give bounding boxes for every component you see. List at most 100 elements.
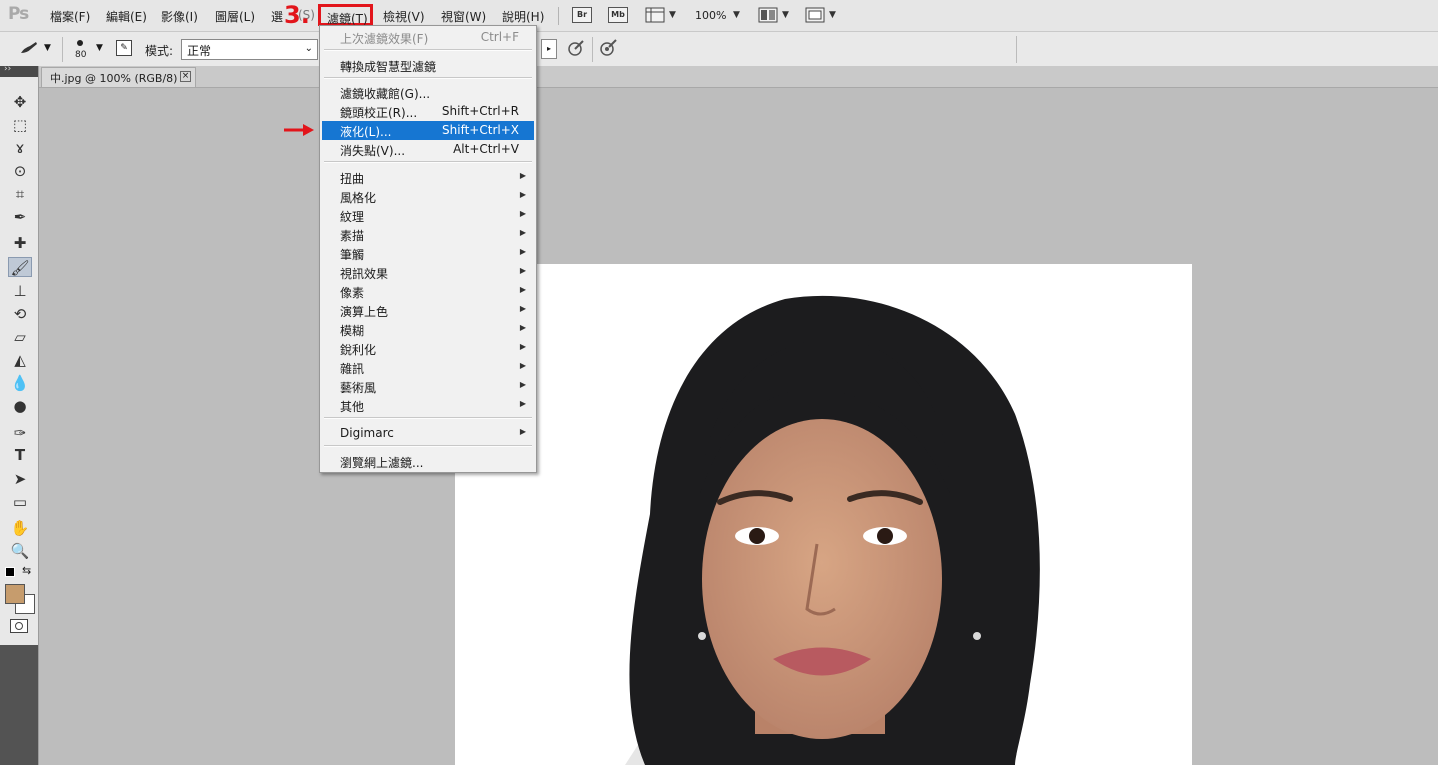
menu-item-vanishing-point[interactable]: 消失點(V)... Alt+Ctrl+V: [322, 140, 534, 159]
tool-preset-dropdown-icon[interactable]: ▼: [44, 43, 51, 53]
step-annotation: 3.: [284, 1, 310, 29]
menu-item-artistic[interactable]: 藝術風 ▶: [322, 377, 534, 396]
menu-select[interactable]: 選: [271, 8, 283, 25]
menu-item-video[interactable]: 視訊效果 ▶: [322, 263, 534, 282]
lasso-tool-icon[interactable]: ɤ: [8, 138, 32, 158]
brush-picker-dropdown-icon[interactable]: ▼: [96, 43, 103, 53]
zoom-tool-icon[interactable]: 🔍: [8, 541, 32, 561]
menu-view[interactable]: 檢視(V): [383, 8, 425, 25]
menu-file[interactable]: 檔案(F): [50, 8, 90, 25]
menu-item-browse-filters-online[interactable]: 瀏覽網上濾鏡...: [322, 452, 534, 471]
collapse-icon: ››: [4, 64, 12, 74]
menu-item-sketch[interactable]: 素描 ▶: [322, 225, 534, 244]
extras-icon[interactable]: [645, 7, 665, 23]
brush-tool-preset-icon[interactable]: [18, 39, 40, 57]
default-colors-icon[interactable]: [5, 567, 15, 577]
pen-tool-icon[interactable]: ✑: [8, 423, 32, 443]
screen-mode-icon[interactable]: [805, 7, 825, 23]
arrange-documents-icon[interactable]: [758, 7, 778, 23]
marquee-tool-icon[interactable]: ⬚: [8, 115, 32, 135]
mode-select[interactable]: 正常 ⌄: [181, 39, 318, 60]
menu-item-last-filter[interactable]: 上次濾鏡效果(F) Ctrl+F: [322, 28, 534, 47]
menu-separator: [324, 161, 532, 163]
menu-item-render[interactable]: 演算上色 ▶: [322, 301, 534, 320]
menu-item-texture[interactable]: 紋理 ▶: [322, 206, 534, 225]
document-canvas[interactable]: [455, 264, 1192, 765]
menu-layer[interactable]: 圖層(L): [215, 8, 255, 25]
menu-help[interactable]: 說明(H): [502, 8, 544, 25]
menu-separator: [324, 77, 532, 79]
zoom-dropdown-icon[interactable]: ▼: [733, 10, 740, 20]
type-tool-icon[interactable]: T: [8, 445, 32, 465]
submenu-arrow-icon: ▶: [519, 228, 526, 237]
menu-item-other[interactable]: 其他 ▶: [322, 396, 534, 415]
eyedropper-tool-icon[interactable]: ✒: [8, 207, 32, 227]
menu-item-digimarc[interactable]: Digimarc ▶: [322, 424, 534, 443]
menu-item-stylize[interactable]: 風格化 ▶: [322, 187, 534, 206]
annotation-arrow-icon: [283, 122, 315, 141]
submenu-arrow-icon: ▶: [519, 209, 526, 218]
menu-item-filter-gallery[interactable]: 濾鏡收藏館(G)...: [322, 83, 534, 102]
filter-menu-dropdown: 上次濾鏡效果(F) Ctrl+F 轉換成智慧型濾鏡 濾鏡收藏館(G)... 鏡頭校…: [319, 25, 537, 473]
submenu-arrow-icon: ▶: [519, 323, 526, 332]
brush-tool-icon[interactable]: 🖌: [8, 257, 32, 277]
extras-dropdown-icon[interactable]: ▼: [669, 10, 676, 20]
airbrush-icon[interactable]: [566, 38, 586, 58]
move-tool-icon[interactable]: ✥: [8, 92, 32, 112]
blur-tool-icon[interactable]: 💧: [8, 373, 32, 393]
menu-image[interactable]: 影像(I): [161, 8, 198, 25]
menu-item-distort[interactable]: 扭曲 ▶: [322, 168, 534, 187]
document-tab-bar: [39, 66, 1438, 88]
history-brush-tool-icon[interactable]: ⟲: [8, 304, 32, 324]
healing-brush-tool-icon[interactable]: ✚: [8, 233, 32, 253]
bridge-icon[interactable]: Br: [572, 7, 592, 23]
screen-mode-dropdown-icon[interactable]: ▼: [829, 10, 836, 20]
foreground-color-swatch[interactable]: [5, 584, 25, 604]
dodge-tool-icon[interactable]: ●: [8, 396, 32, 416]
chevron-down-icon: ⌄: [304, 43, 313, 54]
submenu-arrow-icon: ▶: [519, 171, 526, 180]
brush-panel-toggle-icon[interactable]: ✎: [116, 40, 132, 56]
portrait-image: [625, 295, 1040, 765]
menu-item-liquify[interactable]: 液化(L)... Shift+Ctrl+X: [322, 121, 534, 140]
submenu-arrow-icon: ▶: [519, 399, 526, 408]
crop-tool-icon[interactable]: ⌗: [8, 184, 32, 204]
menu-item-sharpen[interactable]: 銳利化 ▶: [322, 339, 534, 358]
opacity-slider-toggle[interactable]: ▸: [541, 39, 557, 59]
path-selection-tool-icon[interactable]: ➤: [8, 469, 32, 489]
menu-filter[interactable]: 濾鏡(T): [318, 4, 373, 26]
close-icon[interactable]: ×: [180, 71, 191, 82]
zoom-level[interactable]: 100%: [695, 9, 726, 22]
hand-tool-icon[interactable]: ✋: [8, 518, 32, 538]
quick-selection-tool-icon[interactable]: ⊙: [8, 161, 32, 181]
mini-bridge-icon[interactable]: Mb: [608, 7, 628, 23]
menu-window[interactable]: 視窗(W): [441, 8, 486, 25]
menu-item-blur[interactable]: 模糊 ▶: [322, 320, 534, 339]
options-separator: [592, 37, 593, 62]
menu-item-convert-smart-filters[interactable]: 轉換成智慧型濾鏡: [322, 56, 534, 75]
submenu-arrow-icon: ▶: [519, 247, 526, 256]
menu-item-brush-strokes[interactable]: 筆觸 ▶: [322, 244, 534, 263]
menu-item-noise[interactable]: 雜訊 ▶: [322, 358, 534, 377]
tools-panel-header[interactable]: ››: [0, 64, 38, 77]
submenu-arrow-icon: ▶: [519, 361, 526, 370]
menu-separator: [324, 49, 532, 51]
rectangle-tool-icon[interactable]: ▭: [8, 492, 32, 512]
arrange-dropdown-icon[interactable]: ▼: [782, 10, 789, 20]
menu-item-pixelate[interactable]: 像素 ▶: [322, 282, 534, 301]
submenu-arrow-icon: ▶: [519, 190, 526, 199]
tablet-pressure-icon[interactable]: [598, 38, 618, 58]
document-tab-title: 中.jpg @ 100% (RGB/8): [50, 72, 178, 85]
brush-tip-icon[interactable]: [77, 40, 83, 46]
mode-select-value: 正常: [187, 44, 212, 58]
menu-separator: [324, 445, 532, 447]
quick-mask-icon[interactable]: [10, 619, 28, 633]
swap-colors-icon[interactable]: ⇆: [22, 564, 31, 577]
clone-stamp-tool-icon[interactable]: ⊥: [8, 281, 32, 301]
photoshop-logo: Ps: [8, 4, 29, 24]
paint-bucket-tool-icon[interactable]: ◭: [8, 350, 32, 370]
eraser-tool-icon[interactable]: ▱: [8, 327, 32, 347]
menu-item-lens-correction[interactable]: 鏡頭校正(R)... Shift+Ctrl+R: [322, 102, 534, 121]
menu-edit[interactable]: 編輯(E): [106, 8, 147, 25]
document-tab[interactable]: 中.jpg @ 100% (RGB/8) ×: [41, 67, 196, 87]
